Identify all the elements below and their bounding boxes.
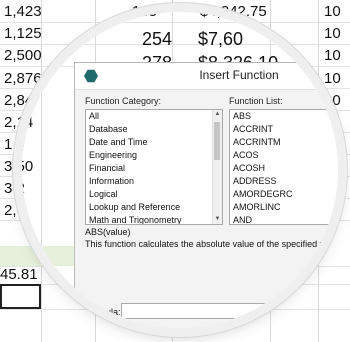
- magnifier-lens: 145 254 278 $4,342.75 $7,60 $8,326.10 2,…: [22, 12, 338, 328]
- sheet-cell[interactable]: $4,342.75: [200, 12, 267, 20]
- function-list-label: Function List:: [229, 96, 283, 106]
- function-item[interactable]: AMORDEGRC: [230, 188, 338, 201]
- function-item[interactable]: ACOS: [230, 149, 338, 162]
- function-list-listbox[interactable]: ABS ACCRINT ACCRINTM ACOS ACOSH ADDRESS …: [229, 109, 338, 225]
- arrow-up-icon[interactable]: ▲: [213, 110, 222, 119]
- column-divider: [41, 12, 42, 328]
- category-item[interactable]: Database: [86, 123, 222, 136]
- dialog-title: Insert Function: [199, 68, 279, 82]
- sheet-cell[interactable]: 2,84: [22, 92, 33, 109]
- category-item[interactable]: Information: [86, 175, 222, 188]
- function-category-listbox[interactable]: All Database Date and Time Engineering F…: [85, 109, 223, 225]
- sheet-cell[interactable]: 2,876: [22, 70, 42, 87]
- sheet-cell[interactable]: 3,50: [22, 158, 33, 175]
- category-item[interactable]: All: [86, 110, 222, 123]
- category-item[interactable]: Financial: [86, 162, 222, 175]
- function-item[interactable]: ADDRESS: [230, 175, 338, 188]
- function-item[interactable]: ABS: [230, 110, 338, 123]
- function-category-label: Function Category:: [85, 96, 162, 106]
- category-item[interactable]: Logical: [86, 188, 222, 201]
- category-item[interactable]: Lookup and Reference: [86, 201, 222, 214]
- category-scrollbar[interactable]: ▲ ▼: [212, 110, 222, 224]
- function-item[interactable]: ACCRINTM: [230, 136, 338, 149]
- sheet-cell[interactable]: 2,6: [22, 202, 25, 219]
- function-description: This function calculates the absolute va…: [85, 239, 338, 249]
- total-cell[interactable]: 45.81: [22, 266, 38, 283]
- category-item[interactable]: Date and Time: [86, 136, 222, 149]
- function-item[interactable]: ACOSH: [230, 162, 338, 175]
- function-signature: ABS(value): [85, 227, 131, 237]
- category-item[interactable]: Math and Trigonometry: [86, 214, 222, 224]
- active-cell[interactable]: [22, 284, 41, 309]
- sheet-cell[interactable]: 2,14: [22, 114, 33, 131]
- function-item[interactable]: AMORLINC: [230, 201, 338, 214]
- sheet-cell[interactable]: 3,2: [22, 180, 25, 197]
- magnified-view: 145 254 278 $4,342.75 $7,60 $8,326.10 2,…: [22, 12, 338, 328]
- sheet-cell[interactable]: 1,9: [22, 136, 25, 153]
- scroll-thumb[interactable]: [214, 122, 220, 160]
- arrow-down-icon[interactable]: ▼: [213, 215, 222, 224]
- sheet-cell[interactable]: 145: [132, 12, 157, 20]
- row-divider: [22, 44, 338, 45]
- insert-function-dialog: Insert Function Function Category: Funct…: [74, 62, 338, 328]
- sheet-cell[interactable]: 254: [142, 29, 172, 50]
- formula-input[interactable]: [121, 303, 331, 319]
- sheet-cell[interactable]: $7,60: [198, 29, 243, 50]
- formula-label: Formula:: [85, 307, 121, 317]
- function-item[interactable]: AND: [230, 214, 338, 224]
- function-item[interactable]: ACCRINT: [230, 123, 338, 136]
- category-item[interactable]: Engineering: [86, 149, 222, 162]
- dialog-button-edge[interactable]: [265, 321, 296, 328]
- row-divider: [22, 22, 338, 23]
- dialog-titlebar[interactable]: Insert Function: [75, 63, 338, 90]
